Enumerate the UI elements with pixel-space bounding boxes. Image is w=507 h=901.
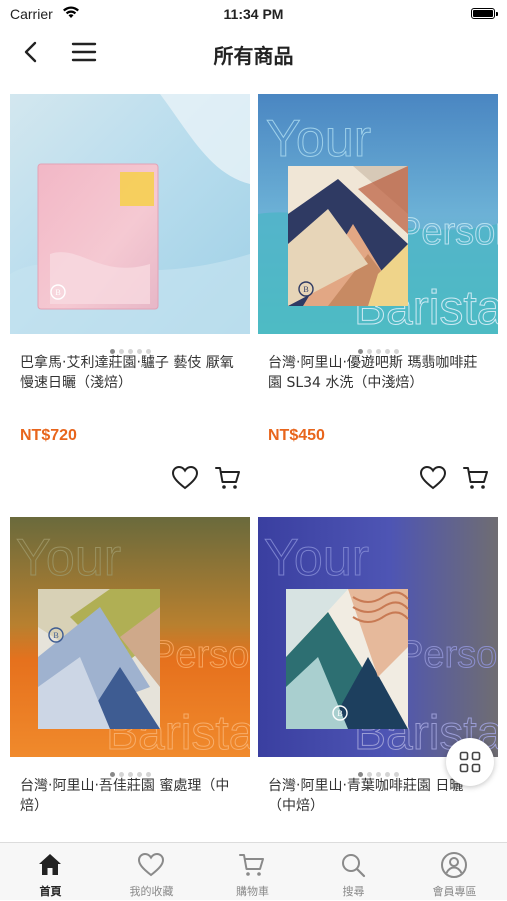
- product-card[interactable]: Your Personal Barista B 台灣‧阿里山‧優遊吧斯 瑪翡咖啡…: [258, 94, 498, 494]
- cart-icon: [239, 854, 264, 876]
- product-card[interactable]: B Your Personal Barista 巴拿馬‧艾利達莊園‧驢子 藝伎 …: [10, 94, 250, 494]
- image-pager-dots: [258, 341, 498, 354]
- heart-icon[interactable]: [171, 464, 199, 492]
- user-icon: [441, 852, 467, 878]
- your-watermark: Your: [264, 529, 369, 587]
- status-bar: Carrier 11:34 PM: [0, 0, 507, 28]
- cart-icon[interactable]: [214, 464, 242, 492]
- your-watermark: Your: [16, 529, 121, 587]
- product-name[interactable]: 台灣‧阿里山‧優遊吧斯 瑪翡咖啡莊園 SL34 水洗（中淺焙）: [268, 353, 488, 393]
- tab-favorites[interactable]: 我的收藏: [101, 843, 202, 901]
- personal-watermark: Personal: [396, 211, 498, 253]
- your-watermark: Your: [266, 110, 371, 168]
- cart-icon[interactable]: [462, 464, 490, 492]
- product-name[interactable]: 台灣‧阿里山‧青葉咖啡莊園 日曬（中焙）: [268, 776, 488, 816]
- product-card[interactable]: Your Personal Barista B 台灣‧阿里山‧吾佳莊園 蜜處理（…: [10, 517, 250, 842]
- product-image[interactable]: Your Personal Barista B: [258, 94, 498, 334]
- tab-cart-label: 購物車: [236, 885, 269, 898]
- product-name[interactable]: 台灣‧阿里山‧吾佳莊園 蜜處理（中焙）: [20, 776, 240, 816]
- image-pager-dots: [10, 764, 250, 777]
- tab-member-label: 會員專區: [432, 885, 477, 898]
- product-price: NT$450: [268, 427, 325, 444]
- product-card[interactable]: Your Personal Barista B 台灣‧阿里山‧青葉咖啡莊園 日曬…: [258, 517, 498, 842]
- heart-icon[interactable]: [419, 464, 447, 492]
- product-price: NT$720: [20, 427, 77, 444]
- product-grid: B Your Personal Barista 巴拿馬‧艾利達莊園‧驢子 藝伎 …: [0, 92, 507, 842]
- tab-favorites-label: 我的收藏: [129, 885, 174, 898]
- grid-icon: [459, 751, 481, 773]
- tab-cart[interactable]: 購物車: [202, 843, 303, 901]
- tab-search-label: 搜尋: [342, 885, 365, 898]
- brand-logo: B: [55, 288, 60, 297]
- personal-watermark: Personal: [150, 634, 250, 676]
- brand-logo: B: [337, 709, 342, 718]
- product-image[interactable]: B Your Personal Barista: [10, 94, 250, 334]
- image-pager-dots: [10, 341, 250, 354]
- brand-logo: B: [53, 631, 58, 640]
- grid-view-button[interactable]: [446, 738, 494, 786]
- personal-watermark: Personal: [398, 634, 498, 676]
- search-icon: [342, 854, 366, 878]
- navigation-bar: 所有商品: [0, 28, 507, 76]
- product-image[interactable]: Your Personal Barista B: [258, 517, 498, 757]
- product-name[interactable]: 巴拿馬‧艾利達莊園‧驢子 藝伎 厭氧慢速日曬（淺焙）: [20, 353, 240, 393]
- tab-search[interactable]: 搜尋: [303, 843, 404, 901]
- battery-icon: [471, 8, 498, 19]
- heart-icon: [137, 852, 165, 877]
- home-icon: [39, 854, 61, 875]
- tab-home-label: 首頁: [39, 885, 62, 898]
- tab-home[interactable]: 首頁: [0, 843, 101, 901]
- bottom-tab-bar: 首頁 我的收藏 購物車 搜尋 會員專區: [0, 842, 507, 900]
- brand-logo: B: [303, 285, 308, 294]
- clock-time: 11:34 PM: [223, 6, 284, 22]
- page-title: 所有商品: [213, 44, 294, 68]
- product-image[interactable]: Your Personal Barista B: [10, 517, 250, 757]
- tab-member[interactable]: 會員專區: [404, 843, 505, 901]
